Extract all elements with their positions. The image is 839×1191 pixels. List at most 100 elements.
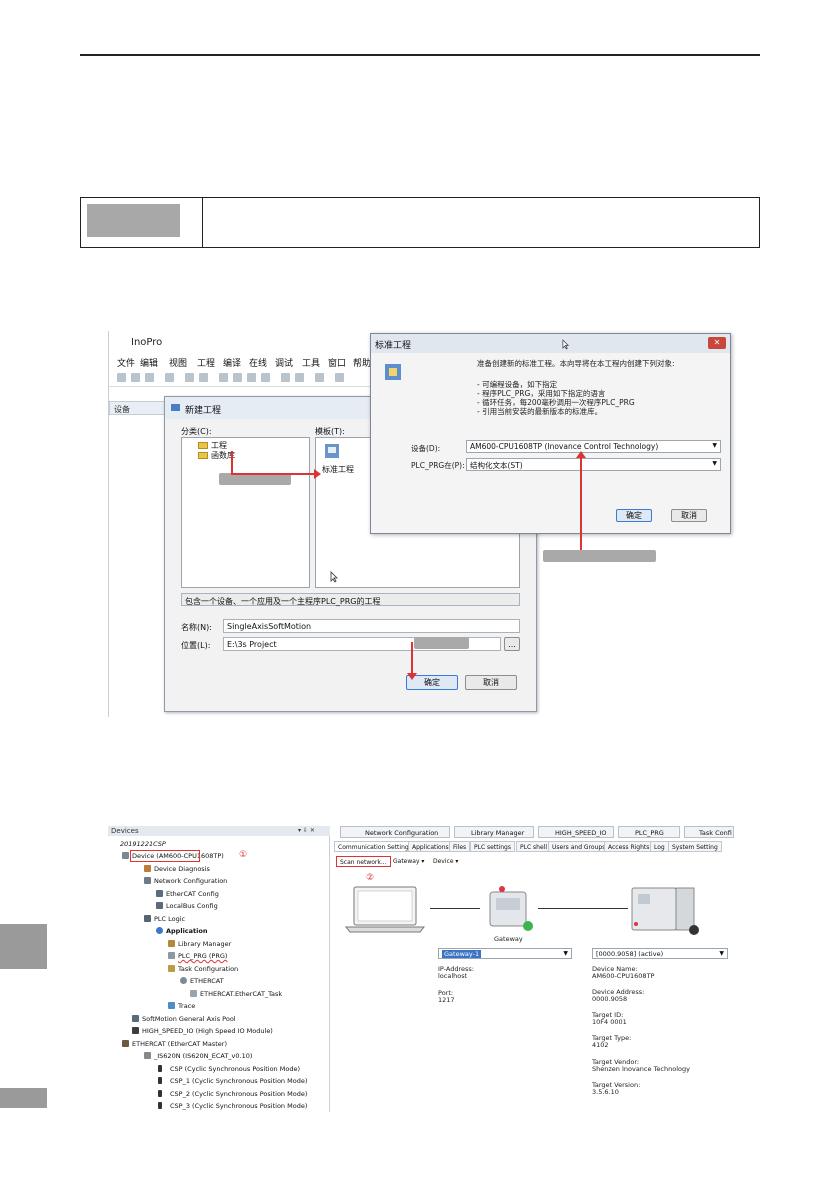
tab-system-setting[interactable]: System Setting xyxy=(668,841,722,852)
tab-files[interactable]: Files xyxy=(449,841,471,852)
tree-csp-3[interactable]: CSP_3 (Cyclic Synchronous Position Mode) xyxy=(170,1102,307,1110)
categories-list[interactable]: 工程 函数库 xyxy=(181,437,310,588)
tab-library-manager[interactable]: Library Manager xyxy=(454,826,534,838)
undo-icon[interactable] xyxy=(185,373,194,382)
tab-task-config[interactable]: Task Confi xyxy=(684,826,734,838)
tree-csp-1[interactable]: CSP_1 (Cyclic Synchronous Position Mode) xyxy=(170,1077,307,1085)
pane-pin-icon[interactable]: ▾ ⇩ ✕ xyxy=(298,827,315,834)
paste-icon[interactable] xyxy=(247,373,256,382)
ethercat-master-icon xyxy=(122,1040,129,1047)
tab-high-speed-io[interactable]: HIGH_SPEED_IO xyxy=(538,826,614,838)
window-icon[interactable] xyxy=(315,373,324,382)
tab-users-groups[interactable]: Users and Groups xyxy=(548,841,610,852)
tree-ethercat-master[interactable]: ETHERCAT (EtherCAT Master) xyxy=(132,1040,227,1048)
arrowhead-icon xyxy=(576,451,586,458)
tree-is620n[interactable]: _IS620N (IS620N_ECAT_v0.10) xyxy=(154,1052,252,1060)
scan-network-button[interactable]: Scan network... xyxy=(336,856,391,867)
template-standard-project[interactable]: 标准工程 xyxy=(322,464,354,475)
target-type-value: 4102 xyxy=(592,1041,609,1049)
menu-view[interactable]: 视图 xyxy=(169,356,187,369)
tab-plc-prg[interactable]: PLC_PRG xyxy=(618,826,680,838)
new-project-cancel-button[interactable]: 取消 xyxy=(465,675,517,690)
wizard-bullets: - 可编程设备，如下指定 - 程序PLC_PRG，采用如下指定的语言 - 循环任… xyxy=(477,380,635,416)
tree-csp-2[interactable]: CSP_2 (Cyclic Synchronous Position Mode) xyxy=(170,1090,307,1098)
menu-build[interactable]: 编译 xyxy=(223,356,241,369)
menu-file[interactable]: 文件 xyxy=(117,356,135,369)
tab-applications[interactable]: Applications xyxy=(408,841,453,852)
device-select[interactable]: AM600-CPU1608TP (Inovance Control Techno… xyxy=(466,440,721,453)
find-icon[interactable] xyxy=(281,373,290,382)
gateway-menu[interactable]: Gateway ▾ xyxy=(390,856,427,867)
gateway-select[interactable]: Gateway-1 ▼ xyxy=(438,948,572,959)
tree-application[interactable]: Application xyxy=(166,927,207,935)
tree-task-config[interactable]: Task Configuration xyxy=(178,965,238,973)
devices-header: Devices xyxy=(108,826,330,836)
new-icon[interactable] xyxy=(117,373,126,382)
menu-help[interactable]: 帮助 xyxy=(353,356,371,369)
tree-high-speed-io[interactable]: HIGH_SPEED_IO (High Speed IO Module) xyxy=(142,1027,273,1035)
menu-tools[interactable]: 工具 xyxy=(302,356,320,369)
plc-icon xyxy=(122,852,129,859)
menu-online[interactable]: 在线 xyxy=(249,356,267,369)
standard-project-ok-button[interactable]: 确定 xyxy=(616,509,652,522)
layout-icon[interactable] xyxy=(335,373,344,382)
browse-button[interactable]: ... xyxy=(504,637,520,651)
tree-device-diagnosis[interactable]: Device Diagnosis xyxy=(154,865,210,873)
menu-window[interactable]: 窗口 xyxy=(328,356,346,369)
tree-ethercat-task-call[interactable]: ETHERCAT.EtherCAT_Task xyxy=(200,990,282,998)
gateway-label: Gateway xyxy=(494,935,523,943)
tab-access-rights[interactable]: Access Rights xyxy=(604,841,654,852)
menu-debug[interactable]: 调试 xyxy=(275,356,293,369)
axis-icon xyxy=(158,1065,162,1072)
tree-plc-prg[interactable]: PLC_PRG (PRG) xyxy=(178,952,227,960)
application-icon xyxy=(156,927,163,934)
folder-icon xyxy=(198,442,208,449)
device-menu[interactable]: Device ▾ xyxy=(430,856,461,867)
wizard-intro: 准备创建新的标准工程。本向导将在本工程内创建下列对象: xyxy=(477,359,675,368)
header-rule xyxy=(80,54,760,56)
tree-csp[interactable]: CSP (Cyclic Synchronous Position Mode) xyxy=(170,1065,300,1073)
tree-library-manager[interactable]: Library Manager xyxy=(178,940,231,948)
tree-network-config[interactable]: Network Configuration xyxy=(154,877,227,885)
tab-network-config[interactable]: Network Configuration xyxy=(340,826,450,838)
menu-project[interactable]: 工程 xyxy=(197,356,215,369)
print-icon[interactable] xyxy=(165,373,174,382)
tree-project[interactable]: 20191221CSP xyxy=(120,840,166,848)
copy-icon[interactable] xyxy=(233,373,242,382)
axis-icon xyxy=(158,1077,162,1084)
task-config-icon xyxy=(168,965,175,972)
tree-plc-logic[interactable]: PLC Logic xyxy=(154,915,185,923)
callout-arrow xyxy=(231,451,233,473)
standard-project-cancel-button[interactable]: 取消 xyxy=(671,509,707,522)
tab-log[interactable]: Log xyxy=(650,841,669,852)
plcprg-label: PLC_PRG在(P): xyxy=(411,461,465,470)
tree-trace[interactable]: Trace xyxy=(178,1002,195,1010)
tree-axis-pool[interactable]: SoftMotion General Axis Pool xyxy=(142,1015,236,1023)
page-side-tab xyxy=(0,1088,47,1108)
cut-icon[interactable] xyxy=(219,373,228,382)
callout-arrow xyxy=(580,456,582,550)
menu-edit[interactable]: 编辑 xyxy=(140,356,158,369)
io-module-icon xyxy=(132,1027,139,1034)
laptop-icon xyxy=(344,886,426,933)
tree-ethercat-task[interactable]: ETHERCAT xyxy=(190,977,224,985)
localbus-icon xyxy=(156,902,163,909)
close-icon[interactable]: ✕ xyxy=(708,337,726,349)
save-icon[interactable] xyxy=(145,373,154,382)
chevron-down-icon: ▼ xyxy=(563,950,568,957)
note-box xyxy=(80,197,760,248)
tab-plc-shell[interactable]: PLC shell xyxy=(516,841,552,852)
redo-icon[interactable] xyxy=(199,373,208,382)
axis-pool-icon xyxy=(132,1015,139,1022)
tab-plc-settings[interactable]: PLC settings xyxy=(470,841,515,852)
delete-icon[interactable] xyxy=(261,373,270,382)
open-icon[interactable] xyxy=(131,373,140,382)
tree-localbus-config[interactable]: LocalBus Config xyxy=(166,902,218,910)
project-name-input[interactable]: SingleAxisSoftMotion xyxy=(223,619,520,633)
plcprg-language-select[interactable]: 结构化文本(ST) ▼ xyxy=(466,458,721,471)
tree-ethercat-config[interactable]: EtherCAT Config xyxy=(166,890,219,898)
replace-icon[interactable] xyxy=(295,373,304,382)
tab-communication-settings[interactable]: Communication Settings xyxy=(334,841,416,852)
categories-label: 分类(C): xyxy=(181,427,212,436)
device-select[interactable]: [0000.9058] (active) ▼ xyxy=(592,948,728,959)
